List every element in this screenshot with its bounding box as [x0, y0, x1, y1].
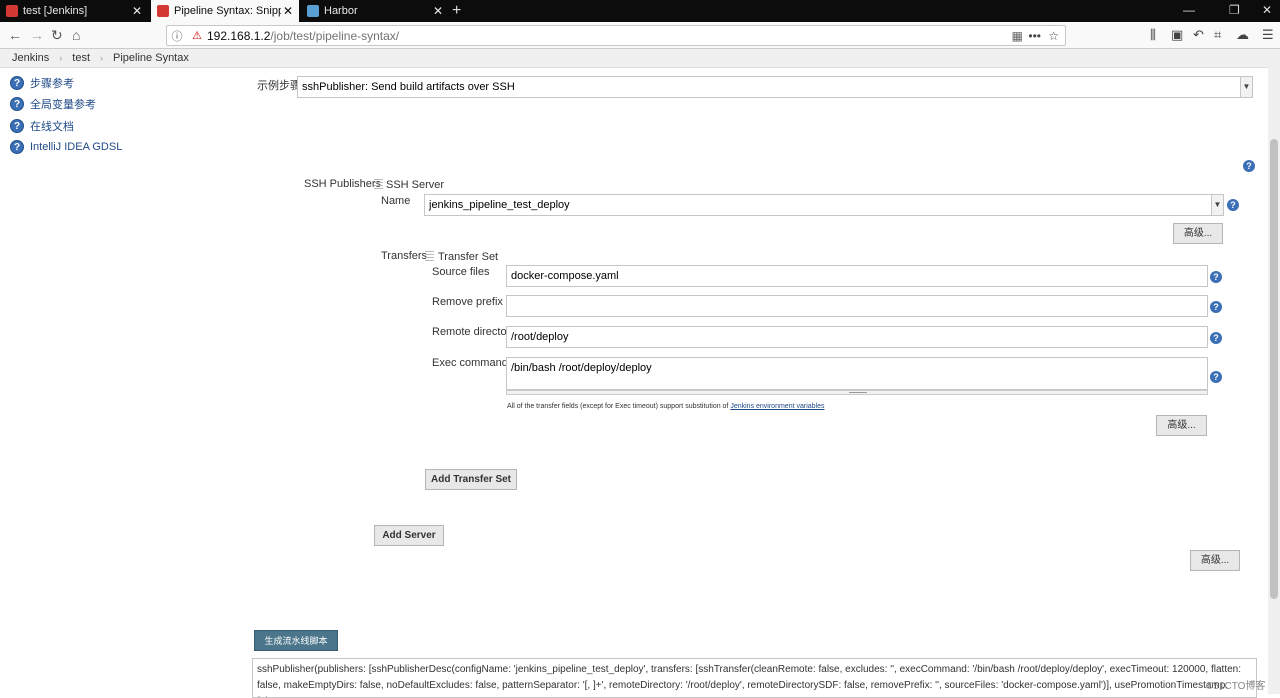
exec-command-textarea[interactable]: /bin/bash /root/deploy/deploy	[506, 357, 1208, 390]
source-files-value: docker-compose.yaml	[511, 270, 619, 282]
server-name-value: jenkins_pipeline_test_deploy	[429, 199, 570, 211]
help-icon[interactable]: ?	[1227, 199, 1239, 211]
help-icon[interactable]: ?	[1210, 371, 1222, 383]
chevron-down-icon: ▼	[1211, 195, 1223, 215]
generate-pipeline-script-button[interactable]: 生成流水线脚本	[254, 630, 338, 651]
chevron-right-icon: ›	[59, 53, 63, 63]
insecure-icon: ⚠	[192, 30, 202, 42]
page-actions-icon[interactable]: •••	[1028, 29, 1041, 43]
remote-directory-input[interactable]: /root/deploy	[506, 326, 1208, 348]
tab-title: Pipeline Syntax: Snippet Gen	[174, 5, 281, 17]
tab-pipeline-syntax[interactable]: Pipeline Syntax: Snippet Gen ✕	[151, 0, 299, 22]
library-icon[interactable]: ⫼	[1150, 27, 1156, 43]
ssh-publishers-label: SSH Publishers	[304, 178, 382, 190]
help-icon[interactable]: ?	[1210, 301, 1222, 313]
env-variables-link[interactable]: Jenkins environment variables	[730, 403, 824, 410]
server-advanced-button[interactable]: 高级...	[1173, 223, 1223, 244]
help-icon[interactable]: ?	[1243, 160, 1255, 172]
transfer-set-label: Transfer Set	[438, 251, 499, 263]
help-icon[interactable]: ?	[1210, 271, 1222, 283]
browser-nav-bar: ← → ↻ ⌂ ⓘ ⚠ 192.168.1.2/job/test/pipelin…	[0, 22, 1280, 49]
remote-directory-label: Remote directory	[432, 326, 516, 338]
tab-title: Harbor	[324, 5, 358, 17]
drag-handle-icon[interactable]	[425, 251, 434, 261]
window-close-icon[interactable]: ✕	[1262, 3, 1272, 17]
add-transfer-set-button[interactable]: Add Transfer Set	[425, 469, 517, 490]
harbor-favicon-icon	[307, 5, 319, 17]
undo-icon[interactable]: ↶	[1193, 27, 1204, 43]
sample-step-select[interactable]: sshPublisher: Send build artifacts over …	[297, 76, 1253, 98]
ssh-server-label: SSH Server	[386, 179, 445, 191]
add-server-button[interactable]: Add Server	[374, 525, 444, 546]
publisher-advanced-button[interactable]: 高级...	[1190, 550, 1240, 571]
browser-tab-bar: test [Jenkins] ✕ Pipeline Syntax: Snippe…	[0, 0, 1280, 22]
breadcrumb: Jenkins › test › Pipeline Syntax	[0, 49, 1280, 68]
qr-icon[interactable]: ▦	[1012, 29, 1023, 43]
transfers-label: Transfers	[381, 250, 428, 262]
watermark: ©51CTO博客	[1206, 681, 1266, 692]
scrollbar-thumb[interactable]	[1270, 139, 1278, 599]
source-files-label: Source files	[432, 266, 490, 278]
breadcrumb-pipeline-syntax[interactable]: Pipeline Syntax	[113, 52, 189, 64]
sample-step-value: sshPublisher: Send build artifacts over …	[302, 81, 515, 93]
back-icon[interactable]: ←	[8, 27, 22, 43]
resize-grip-icon	[849, 392, 867, 393]
chevron-right-icon: ›	[100, 53, 104, 63]
url-bar[interactable]: ⓘ ⚠ 192.168.1.2/job/test/pipeline-syntax…	[166, 25, 1066, 46]
tab-title: test [Jenkins]	[23, 5, 88, 17]
new-tab-icon[interactable]: +	[452, 2, 461, 20]
page-scrollbar[interactable]	[1268, 49, 1280, 694]
snippet-generator-form: 示例步骤 sshPublisher: Send build artifacts …	[0, 68, 1268, 694]
reload-icon[interactable]: ↻	[51, 27, 63, 43]
drag-handle-icon[interactable]	[374, 179, 383, 189]
server-name-select[interactable]: jenkins_pipeline_test_deploy ▼	[424, 194, 1224, 216]
jenkins-favicon-icon	[157, 5, 169, 17]
textarea-resize-bar[interactable]	[506, 390, 1208, 395]
site-info-icon[interactable]: ⓘ	[167, 28, 187, 44]
menu-icon[interactable]: ☰	[1262, 27, 1274, 43]
name-label: Name	[381, 195, 411, 207]
home-icon[interactable]: ⌂	[72, 27, 80, 43]
exec-command-value: /bin/bash /root/deploy/deploy	[511, 362, 652, 374]
help-icon[interactable]: ?	[1210, 332, 1222, 344]
hint-text: All of the transfer fields (except for E…	[507, 403, 731, 410]
remove-prefix-label: Remove prefix	[432, 296, 503, 308]
restore-icon[interactable]: ❐	[1229, 3, 1240, 17]
forward-icon[interactable]: →	[30, 27, 44, 43]
remove-prefix-input[interactable]	[506, 295, 1208, 317]
close-icon[interactable]: ✕	[431, 4, 445, 18]
jenkins-favicon-icon	[6, 5, 18, 17]
source-files-input[interactable]: docker-compose.yaml	[506, 265, 1208, 287]
bookmark-star-icon[interactable]: ☆	[1048, 29, 1059, 43]
close-icon[interactable]: ✕	[130, 4, 144, 18]
sample-step-label: 示例步骤	[257, 80, 301, 92]
tab-test-jenkins[interactable]: test [Jenkins] ✕	[0, 0, 148, 22]
remote-directory-value: /root/deploy	[511, 331, 569, 343]
env-variables-hint: All of the transfer fields (except for E…	[507, 403, 825, 410]
chat-icon[interactable]: ☁	[1236, 27, 1249, 43]
close-icon[interactable]: ✕	[281, 4, 295, 18]
minimize-icon[interactable]: —	[1183, 3, 1195, 17]
breadcrumb-jenkins[interactable]: Jenkins	[12, 52, 49, 64]
url-path: /job/test/pipeline-syntax/	[270, 28, 400, 43]
chevron-down-icon: ▼	[1240, 77, 1252, 97]
transfer-advanced-button[interactable]: 高级...	[1156, 415, 1207, 436]
sidebar-icon[interactable]: ▣	[1171, 27, 1183, 43]
breadcrumb-test[interactable]: test	[72, 52, 90, 64]
generated-script-output[interactable]: sshPublisher(publishers: [sshPublisherDe…	[252, 658, 1257, 698]
screenshot-icon[interactable]: ⌗	[1214, 27, 1221, 43]
url-host: 192.168.1.2	[207, 28, 271, 43]
tab-harbor[interactable]: Harbor ✕	[301, 0, 449, 22]
exec-command-label: Exec command	[432, 357, 508, 369]
